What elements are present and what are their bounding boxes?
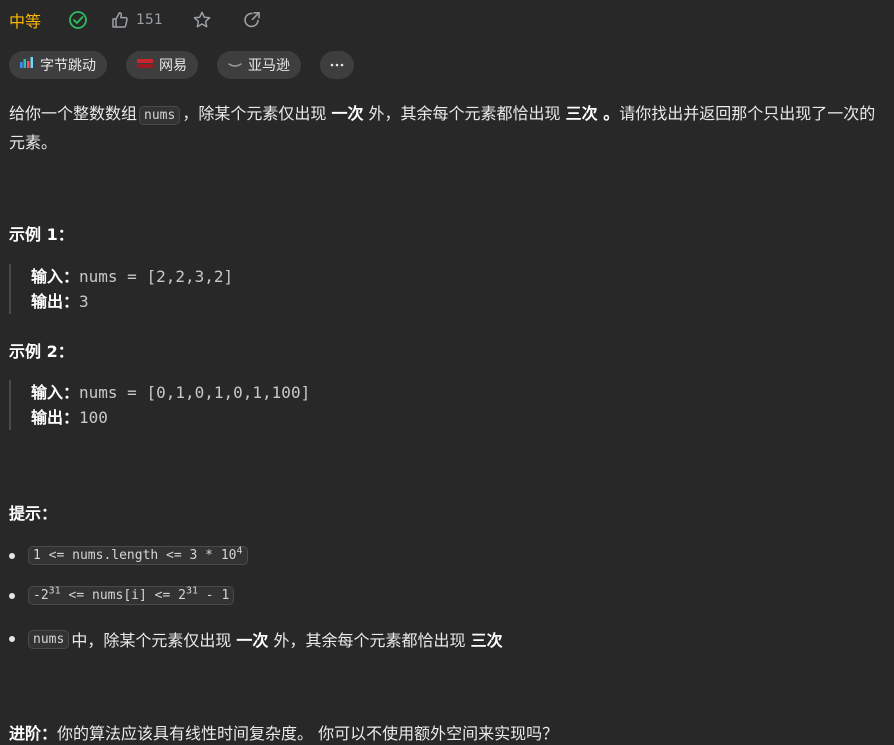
list-item: -231 <= nums[i] <= 231 - 1 [9,586,236,605]
inline-code: 1 <= nums.length <= 3 * 104 [28,546,248,565]
follow-up-label: 进阶： [9,724,58,743]
bytedance-logo [20,57,34,73]
constraint-bold: 一次 [236,631,269,650]
constraint-text: 中，除某个元素仅出现 [71,631,232,650]
input-label: 输入： [31,267,80,286]
constraints-title: 提示： [9,504,58,523]
problem-description-panel: 中等 151 字节跳动 网易 亚马逊 给你一个整数数组 nums ，除某个元素仅… [0,0,894,745]
company-tags: 字节跳动 网易 亚马逊 [9,51,354,79]
star-icon [193,11,211,28]
like-count: 151 [136,12,163,28]
input-label: 输入： [31,383,80,402]
solved-check-icon [67,9,89,31]
company-tag-bytedance[interactable]: 字节跳动 [9,51,107,79]
netease-logo [137,57,153,73]
follow-up-text: 你的算法应该具有线性时间复杂度。 你可以不使用额外空间来实现吗？ [57,724,559,743]
bullet-dot [9,592,15,599]
example-2-block: 输入：nums = [0,1,0,1,0,1,100] 输出：100 [9,380,310,430]
example-output: 100 [79,408,108,427]
like-button[interactable]: 151 [109,9,163,31]
more-tags-button[interactable] [320,51,354,79]
output-label: 输出： [31,408,80,427]
share-icon [243,12,260,28]
follow-up: 进阶：你的算法应该具有线性时间复杂度。 你可以不使用额外空间来实现吗？ [9,720,558,744]
inline-code: nums [139,106,181,125]
problem-statement: 给你一个整数数组 nums ，除某个元素仅出现 一次 外，其余每个元素都恰出现 三次… [9,100,889,156]
problem-toolbar: 中等 151 [9,7,263,33]
company-tag-label: 亚马逊 [248,58,290,74]
example-output: 3 [79,292,89,311]
amazon-logo [228,57,242,73]
company-tag-amazon[interactable]: 亚马逊 [217,51,301,79]
example-1-title: 示例 1： [9,225,74,244]
bullet-dot [9,552,15,559]
company-tag-label: 网易 [159,58,187,74]
statement-bold: 三次 。 [565,104,620,123]
share-button[interactable] [241,9,263,31]
list-item: nums 中，除某个元素仅出现 一次 外，其余每个元素都恰出现 三次 [9,627,503,651]
example-1-block: 输入：nums = [2,2,3,2] 输出：3 [9,264,233,314]
list-item: 1 <= nums.length <= 3 * 104 [9,546,250,565]
example-input: nums = [2,2,3,2] [79,267,234,286]
output-label: 输出： [31,292,80,311]
company-tag-netease[interactable]: 网易 [126,51,198,79]
statement-text: 给你一个整数数组 [9,104,138,123]
constraint-bold: 三次 [470,631,503,650]
company-tag-label: 字节跳动 [40,58,96,74]
difficulty-badge: 中等 [9,12,42,31]
statement-text: ，除某个元素仅出现 [182,104,327,123]
statement-bold: 一次 [331,104,364,123]
statement-text: 外，其余每个元素都恰出现 [368,104,561,123]
example-2-title: 示例 2： [9,342,74,361]
bullet-dot [9,636,15,642]
more-dots-icon [330,63,344,67]
inline-code: nums [28,629,70,649]
constraint-text: 外，其余每个元素都恰出现 [273,631,466,650]
example-input: nums = [0,1,0,1,0,1,100] [79,383,311,402]
favorite-star-button[interactable] [191,9,213,31]
inline-code: -231 <= nums[i] <= 231 - 1 [28,586,235,605]
thumbs-up-icon [109,9,131,31]
